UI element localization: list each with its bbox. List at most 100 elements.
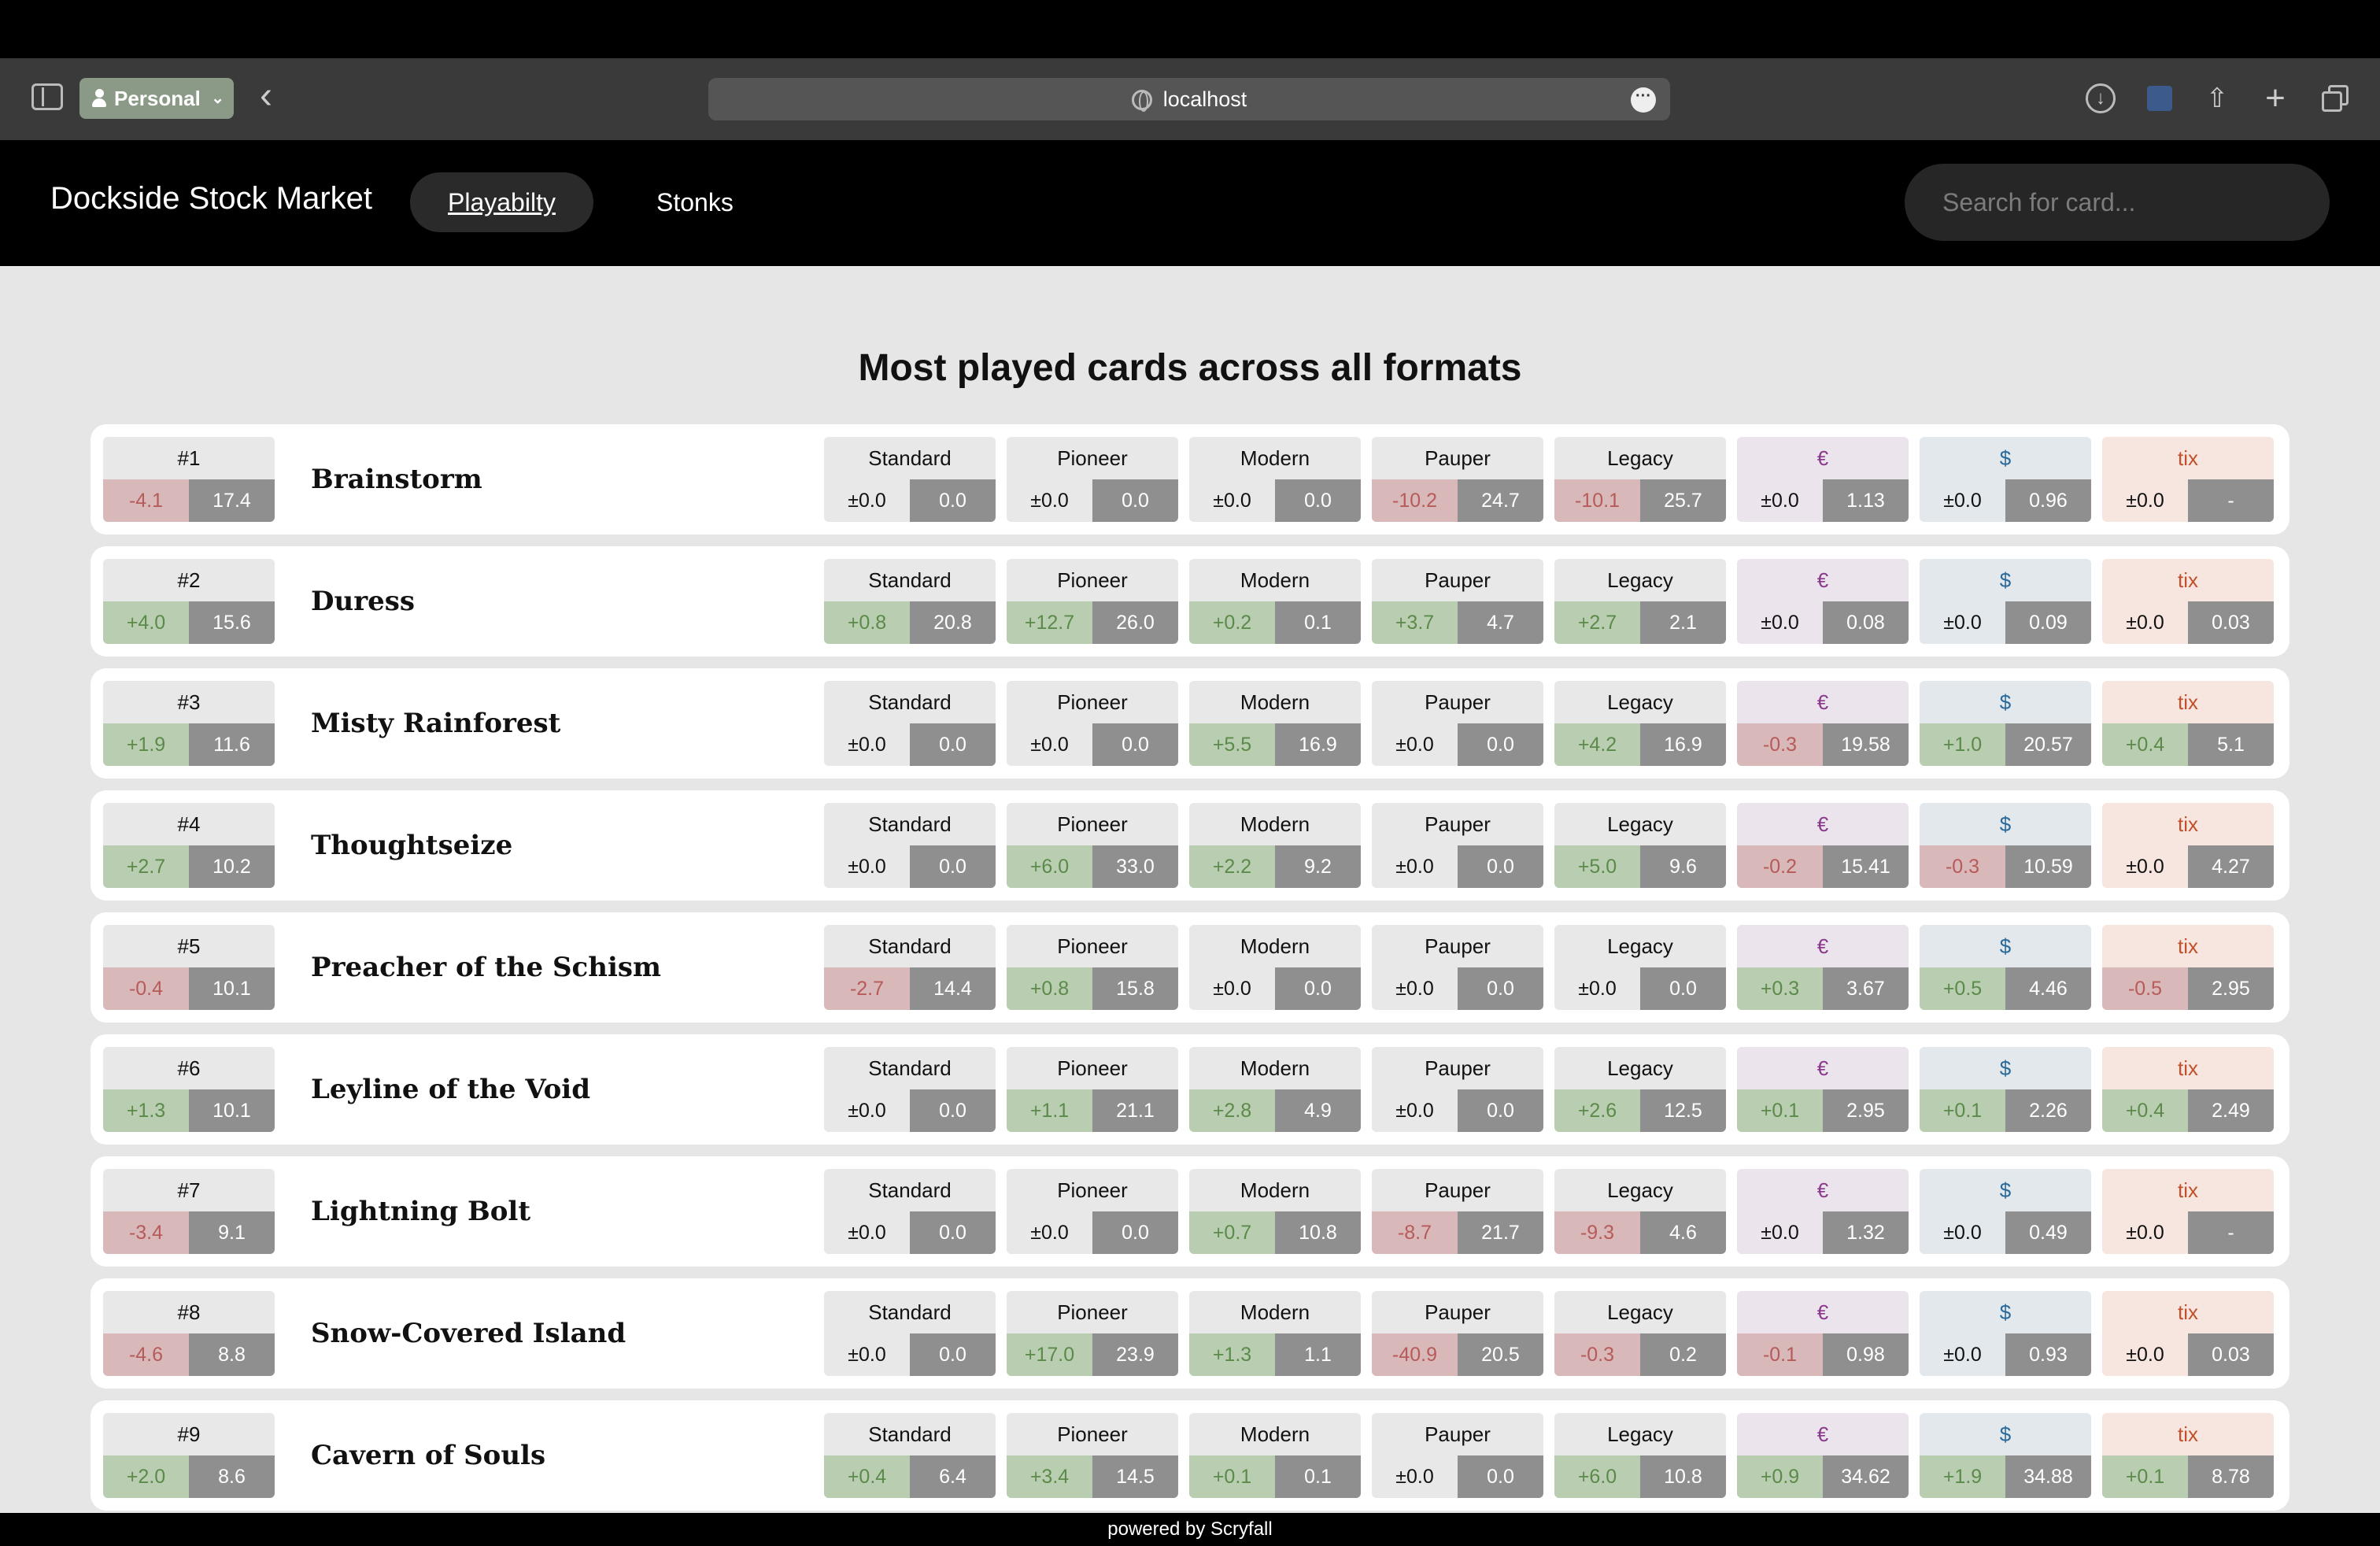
cell-delta: +6.0: [1007, 845, 1092, 888]
cell-value: 0.0: [1458, 1455, 1543, 1498]
cell-label: Pauper: [1372, 925, 1543, 967]
cell-delta: +3.7: [1372, 601, 1458, 644]
cell-value: 0.0: [1640, 967, 1726, 1010]
card-name[interactable]: Leyline of the Void: [311, 1034, 590, 1145]
card-name[interactable]: Misty Rainforest: [311, 668, 560, 779]
cell-delta: ±0.0: [2102, 1333, 2188, 1376]
more-options-icon[interactable]: ···: [1631, 87, 1656, 113]
cell-label: $: [1920, 559, 2091, 601]
card-name[interactable]: Cavern of Souls: [311, 1400, 545, 1511]
cell-delta: +17.0: [1007, 1333, 1092, 1376]
sidebar-toggle-icon[interactable]: [31, 83, 63, 110]
extension-icon[interactable]: [2147, 86, 2172, 111]
cell-value: 1.13: [1823, 479, 1909, 522]
cell-label: $: [1920, 1169, 2091, 1211]
cell-label: Legacy: [1554, 437, 1726, 479]
stat-cell-pauper: Pauper ±0.0 0.0: [1372, 803, 1543, 888]
back-arrow-icon[interactable]: ‹: [260, 72, 272, 120]
cell-label: Legacy: [1554, 681, 1726, 723]
cell-value: 10.2: [189, 845, 275, 888]
cell-delta: ±0.0: [1737, 601, 1823, 644]
cell-label: #8: [103, 1291, 275, 1333]
cell-label: Standard: [824, 925, 996, 967]
cell-label: #7: [103, 1169, 275, 1211]
profile-label: Personal: [114, 87, 201, 110]
cell-label: Modern: [1189, 1047, 1361, 1089]
cell-delta: -40.9: [1372, 1333, 1458, 1376]
cell-label: Pioneer: [1007, 925, 1178, 967]
cell-label: Modern: [1189, 681, 1361, 723]
cell-delta: -3.4: [103, 1211, 189, 1254]
card-name[interactable]: Preacher of the Schism: [311, 912, 661, 1023]
site-navbar: Dockside Stock Market Playabilty Stonks: [0, 140, 2380, 266]
new-tab-icon[interactable]: +: [2260, 81, 2290, 116]
cell-label: #5: [103, 925, 275, 967]
address-bar[interactable]: localhost ···: [708, 78, 1670, 120]
nav-link-stonks[interactable]: Stonks: [619, 172, 771, 232]
nav-link-playability[interactable]: Playabilty: [410, 172, 593, 232]
cell-value: 4.6: [1640, 1211, 1726, 1254]
page-title: Most played cards across all formats: [858, 347, 1522, 389]
cell-delta: +2.7: [103, 845, 189, 888]
cell-delta: +1.3: [103, 1089, 189, 1132]
card-row[interactable]: #8 -4.6 8.8 Snow-Covered Island Standard ±0.0…: [91, 1278, 2289, 1389]
cell-delta: +5.5: [1189, 723, 1275, 766]
cell-label: Standard: [824, 1413, 996, 1455]
cell-delta: ±0.0: [824, 1333, 910, 1376]
cell-value: 0.03: [2188, 601, 2274, 644]
stat-cell-tix: tix ±0.0 0.03: [2102, 559, 2274, 644]
stat-cell-modern: Modern +5.5 16.9: [1189, 681, 1361, 766]
cell-label: Modern: [1189, 559, 1361, 601]
cell-label: $: [1920, 925, 2091, 967]
card-row[interactable]: #4 +2.7 10.2 Thoughtseize Standard ±0.0 0.0 Pio…: [91, 790, 2289, 901]
cell-label: $: [1920, 803, 2091, 845]
cell-value: 12.5: [1640, 1089, 1726, 1132]
card-row[interactable]: #9 +2.0 8.6 Cavern of Souls Standard +0.4 6.4 P…: [91, 1400, 2289, 1511]
card-name[interactable]: Thoughtseize: [311, 790, 512, 901]
chevron-down-icon: ⌄: [211, 90, 224, 107]
cell-value: 0.0: [1458, 723, 1543, 766]
stat-cell-pauper: Pauper ±0.0 0.0: [1372, 925, 1543, 1010]
cell-delta: +5.0: [1554, 845, 1640, 888]
cell-label: Pauper: [1372, 803, 1543, 845]
cell-label: #6: [103, 1047, 275, 1089]
stat-cell-modern: Modern +0.7 10.8: [1189, 1169, 1361, 1254]
stat-cell-standard: Standard ±0.0 0.0: [824, 1047, 996, 1132]
card-row[interactable]: #2 +4.0 15.6 Duress Standard +0.8 20.8 Pioneer +…: [91, 546, 2289, 656]
card-name[interactable]: Snow-Covered Island: [311, 1278, 626, 1389]
cell-value: 17.4: [189, 479, 275, 522]
cell-delta: ±0.0: [824, 479, 910, 522]
stat-cell-legacy: Legacy +6.0 10.8: [1554, 1413, 1726, 1498]
stat-cell-pauper: Pauper -40.9 20.5: [1372, 1291, 1543, 1376]
cell-label: Pioneer: [1007, 1169, 1178, 1211]
cell-delta: -0.2: [1737, 845, 1823, 888]
site-brand[interactable]: Dockside Stock Market: [50, 181, 372, 216]
card-row[interactable]: #1 -4.1 17.4 Brainstorm Standard ±0.0 0.0 Pione…: [91, 424, 2289, 534]
cell-delta: ±0.0: [1737, 479, 1823, 522]
cell-delta: ±0.0: [1372, 1089, 1458, 1132]
cell-label: Legacy: [1554, 1291, 1726, 1333]
cell-delta: +12.7: [1007, 601, 1092, 644]
cell-delta: ±0.0: [1007, 723, 1092, 766]
rank-cell: #9 +2.0 8.6: [103, 1413, 275, 1498]
stat-cell-eur: € -0.3 19.58: [1737, 681, 1909, 766]
card-search-input[interactable]: [1905, 164, 2330, 241]
download-icon[interactable]: ↓: [2086, 83, 2116, 113]
cell-label: €: [1737, 925, 1909, 967]
share-icon[interactable]: ⇧: [2202, 83, 2232, 113]
person-icon: [92, 89, 106, 107]
cell-value: 0.0: [910, 845, 996, 888]
card-name[interactable]: Lightning Bolt: [311, 1156, 530, 1267]
tab-overview-icon[interactable]: [2320, 83, 2350, 113]
card-row[interactable]: #6 +1.3 10.1 Leyline of the Void Standard ±0.…: [91, 1034, 2289, 1145]
stat-cell-pauper: Pauper ±0.0 0.0: [1372, 681, 1543, 766]
profile-button[interactable]: Personal ⌄: [79, 78, 234, 119]
stat-cell-usd: $ +1.9 34.88: [1920, 1413, 2091, 1498]
cell-label: €: [1737, 1047, 1909, 1089]
card-row[interactable]: #7 -3.4 9.1 Lightning Bolt Standard ±0.0 0.0 Pi…: [91, 1156, 2289, 1267]
card-name[interactable]: Brainstorm: [311, 424, 482, 534]
card-row[interactable]: #5 -0.4 10.1 Preacher of the Schism Standard…: [91, 912, 2289, 1023]
cell-label: tix: [2102, 803, 2274, 845]
card-name[interactable]: Duress: [311, 546, 415, 656]
card-row[interactable]: #3 +1.9 11.6 Misty Rainforest Standard ±0.0 0.…: [91, 668, 2289, 779]
